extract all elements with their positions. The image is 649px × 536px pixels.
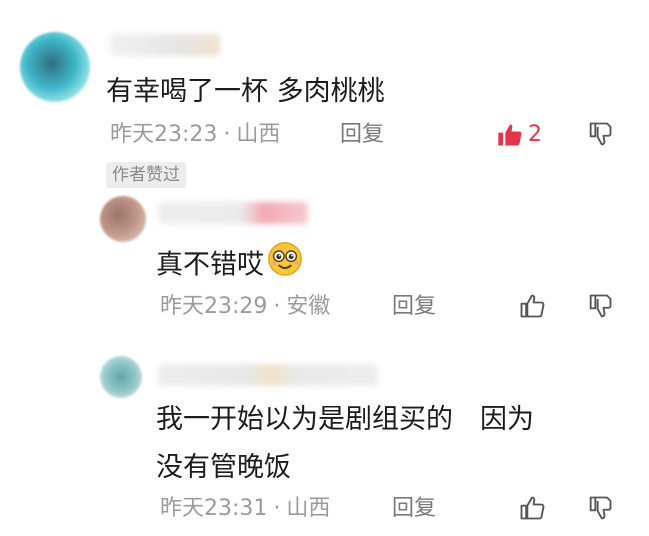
dislike-button[interactable] <box>586 494 614 522</box>
avatar[interactable] <box>100 356 142 398</box>
comment-time: 昨天23:31 <box>160 496 268 521</box>
thumbs-down-icon <box>589 496 612 520</box>
comment-3: 我一开始以为是剧组买的 因为 没有管晚饭 昨天23:31 · 山西 回复 <box>0 0 649 536</box>
separator: · <box>273 496 281 521</box>
comment-text-line-2: 没有管晚饭 <box>156 452 291 483</box>
thumbs-up-icon <box>520 496 545 520</box>
comment-text-line-1: 我一开始以为是剧组买的 因为 <box>156 404 534 435</box>
comment-meta: 昨天23:31 · 山西 <box>160 494 330 524</box>
username-blurred[interactable] <box>158 364 378 386</box>
comment-location: 山西 <box>286 496 331 521</box>
like-button[interactable] <box>518 494 546 522</box>
reply-button[interactable]: 回复 <box>392 494 436 524</box>
